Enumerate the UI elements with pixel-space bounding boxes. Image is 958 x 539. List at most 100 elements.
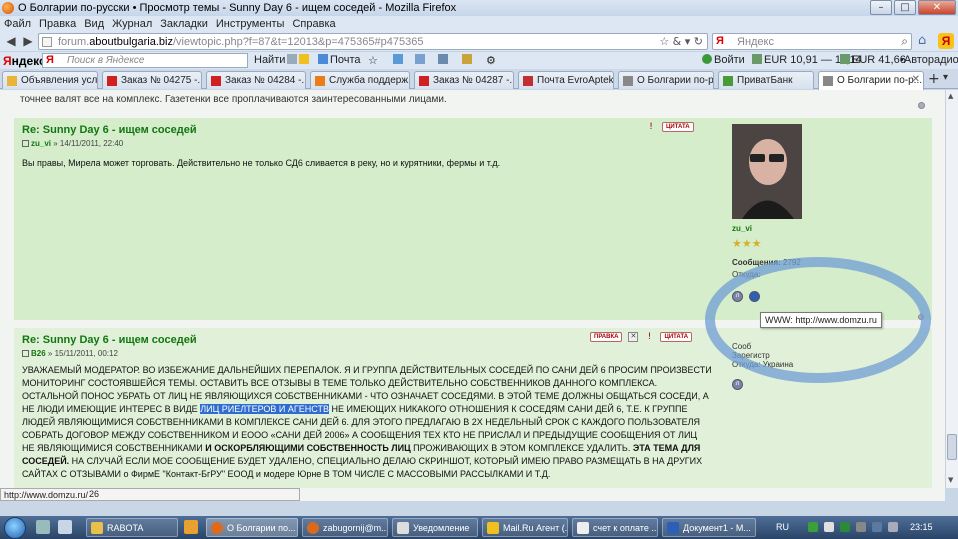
tab-7[interactable]: ПриватБанк [718, 71, 814, 89]
tab-8-active[interactable]: О Болгарии по-р... ✕ [818, 71, 924, 90]
toolbar-translate-icon[interactable] [438, 54, 450, 66]
tray-icon[interactable] [856, 522, 866, 532]
yandex-toolbar: Яндекс Я Поиск в Яндексе Найти Почта ☆ ⚙… [0, 51, 958, 69]
menu-file[interactable]: Файл [4, 18, 31, 30]
network-icon[interactable] [872, 522, 882, 532]
start-button[interactable] [4, 517, 26, 539]
post-author[interactable]: zu_vi [31, 139, 51, 148]
tray-icon[interactable] [840, 522, 850, 532]
window-title: О Болгарии по-русски • Просмотр темы - S… [18, 2, 457, 14]
toolbar-check-icon[interactable] [393, 54, 405, 66]
tab-close-icon[interactable]: ✕ [912, 74, 920, 85]
scroll-up-icon[interactable]: ▲ [948, 92, 953, 100]
url-bar[interactable]: forum.aboutbulgaria.biz/viewtopic.php?f=… [38, 33, 708, 50]
tab-3[interactable]: Служба поддерж... [310, 71, 410, 89]
post-body: УВАЖАЕМЫЙ МОДЕРАТОР. ВО ИЗБЕЖАНИЕ ДАЛЬНЕ… [22, 365, 712, 479]
taskbar-item[interactable]: Документ1 - М... [662, 518, 756, 537]
folder-icon [91, 522, 103, 534]
tab-6[interactable]: О Болгарии по-р... [618, 71, 714, 89]
tab-favicon-icon [107, 76, 117, 86]
report-icon[interactable]: ! [646, 122, 656, 132]
yandex-icon: Я [46, 54, 54, 66]
signin-button[interactable]: Войти [702, 54, 745, 66]
tab-favicon-icon [7, 76, 17, 86]
delete-button[interactable]: ✕ [628, 332, 639, 342]
volume-icon[interactable] [888, 522, 898, 532]
mail-agent-icon [487, 522, 499, 534]
quick-launch-icon[interactable] [58, 520, 72, 534]
toolbar-chat-icon[interactable] [462, 54, 474, 66]
taskbar-item[interactable]: RABOTA [86, 518, 178, 537]
scroll-down-icon[interactable]: ▼ [948, 476, 953, 484]
profile-username[interactable]: zu_vi [732, 224, 752, 233]
post-subject[interactable]: Re: Sunny Day 6 - ищем соседей [22, 334, 197, 346]
menu-bookmarks[interactable]: Закладки [160, 18, 208, 30]
tab-0[interactable]: Объявления усл... [2, 71, 98, 89]
eur-rate-2[interactable]: EUR 41,66 [840, 54, 906, 66]
menu-edit[interactable]: Правка [39, 18, 76, 30]
tab-list-button[interactable]: ▾ [943, 72, 948, 83]
word-icon [667, 522, 679, 534]
tab-1[interactable]: Заказ № 04275 -... [102, 71, 202, 89]
tab-4[interactable]: Заказ № 04287 -... [414, 71, 514, 89]
url-actions[interactable]: ☆ & ▾ ↻ [659, 35, 703, 48]
status-bar-rest: 26 [89, 488, 945, 501]
tab-5[interactable]: Почта EvroAptek... [518, 71, 614, 89]
quote-button[interactable]: ЦИТАТА [662, 122, 694, 132]
quick-launch-icon[interactable] [36, 520, 50, 534]
yandex-search-input[interactable]: Я Поиск в Яндексе [42, 53, 248, 68]
media-icon[interactable] [184, 520, 198, 534]
firefox-icon [211, 522, 223, 534]
menu-history[interactable]: Журнал [112, 18, 152, 30]
search-input[interactable]: Яндекс [737, 36, 774, 48]
forward-button[interactable]: ▶ [20, 33, 36, 49]
menu-bar: Файл Правка Вид Журнал Закладки Инструме… [0, 16, 958, 31]
taskbar-item[interactable]: zabugornij@m... [302, 518, 388, 537]
taskbar-item-active[interactable]: О Болгарии по... [206, 518, 298, 537]
post-subject[interactable]: Re: Sunny Day 6 - ищем соседей [22, 124, 197, 136]
yandex-find-button[interactable]: Найти [254, 54, 285, 66]
post-author[interactable]: B26 [31, 349, 46, 358]
edit-button[interactable]: ПРАВКА [590, 332, 623, 342]
taskbar-item[interactable]: Уведомление [392, 518, 478, 537]
back-button[interactable]: ◀ [3, 33, 19, 49]
menu-help[interactable]: Справка [292, 18, 335, 30]
search-box[interactable]: Я Яндекс ⌕ [712, 33, 912, 50]
weather-icon[interactable] [287, 54, 311, 66]
tab-favicon-icon [623, 76, 633, 86]
settings-gear-icon[interactable]: ⚙ [486, 54, 496, 67]
mail-icon [307, 522, 319, 534]
title-bar: О Болгарии по-русски • Просмотр темы - S… [0, 0, 958, 16]
tray-icon[interactable] [808, 522, 818, 532]
bookmark-star-icon[interactable]: ☆ [368, 54, 378, 67]
yandex-button[interactable]: Я [938, 33, 954, 49]
language-indicator[interactable]: RU [776, 522, 789, 532]
autoradio-button[interactable]: •Авторадио [900, 54, 958, 66]
home-icon[interactable]: ⌂ [918, 33, 934, 49]
quote-button[interactable]: ЦИТАТА [660, 332, 693, 342]
search-engine-icon[interactable]: Я [716, 35, 724, 47]
url-text[interactable]: forum.aboutbulgaria.biz/viewtopic.php?f=… [58, 36, 423, 48]
toolbar-download-icon[interactable] [415, 54, 427, 66]
close-button[interactable]: ✕ [918, 0, 956, 15]
site-favicon-icon [42, 37, 52, 47]
top-icon[interactable] [918, 102, 925, 109]
clock[interactable]: 23:15 [910, 522, 933, 532]
post-meta: B26 » 15/11/2011, 00:12 [22, 349, 118, 358]
yandex-logo[interactable]: Яндекс [3, 54, 46, 68]
menu-tools[interactable]: Инструменты [216, 18, 285, 30]
taskbar-item[interactable]: Mail.Ru Агент (... [482, 518, 568, 537]
scrollbar[interactable]: ▲ ▼ [945, 90, 958, 488]
menu-view[interactable]: Вид [84, 18, 104, 30]
maximize-button[interactable]: □ [894, 0, 916, 15]
mail-button[interactable]: Почта [318, 54, 361, 66]
minimize-button[interactable]: – [870, 0, 892, 15]
taskbar-item[interactable]: счет к оплате ... [572, 518, 658, 537]
tab-favicon-icon [419, 76, 429, 86]
scroll-thumb[interactable] [947, 434, 957, 460]
search-icon[interactable]: ⌕ [901, 34, 908, 49]
new-tab-button[interactable]: + [928, 71, 940, 87]
tray-icon[interactable] [824, 522, 834, 532]
report-icon[interactable]: ! [644, 332, 654, 342]
tab-2[interactable]: Заказ № 04284 -... [206, 71, 306, 89]
